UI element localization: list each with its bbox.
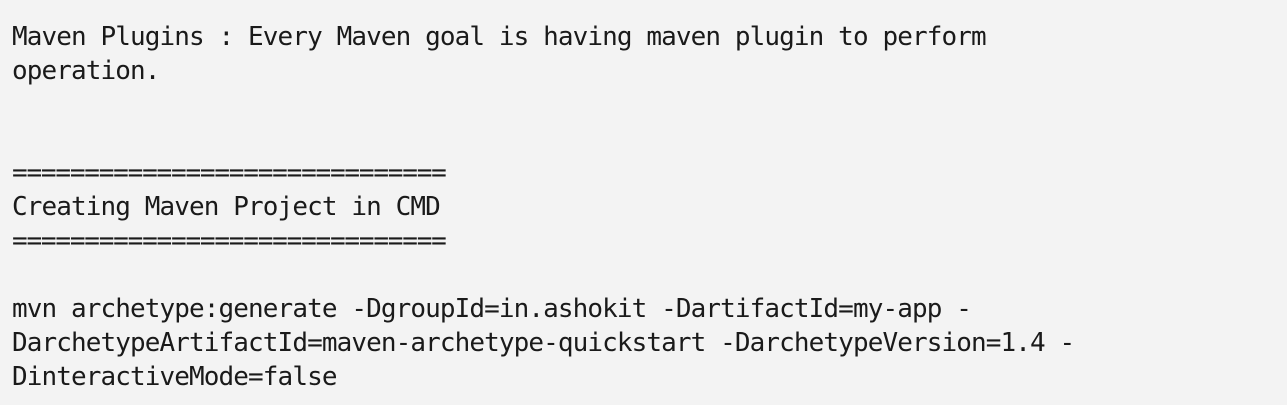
separator-line-top: ============================== (12, 158, 447, 188)
command-line-2: DarchetypeArtifactId=maven-archetype-qui… (12, 328, 1075, 358)
text-line-operation: operation. (12, 56, 160, 86)
command-line-1: mvn archetype:generate -DgroupId=in.asho… (12, 294, 972, 324)
command-line-3: DinteractiveMode=false (12, 362, 337, 392)
text-editor-content[interactable]: Maven Plugins : Every Maven goal is havi… (0, 0, 1287, 405)
section-heading: Creating Maven Project in CMD (12, 192, 441, 222)
separator-line-bottom: ============================== (12, 226, 447, 256)
text-line-plugins: Maven Plugins : Every Maven goal is havi… (12, 22, 987, 52)
